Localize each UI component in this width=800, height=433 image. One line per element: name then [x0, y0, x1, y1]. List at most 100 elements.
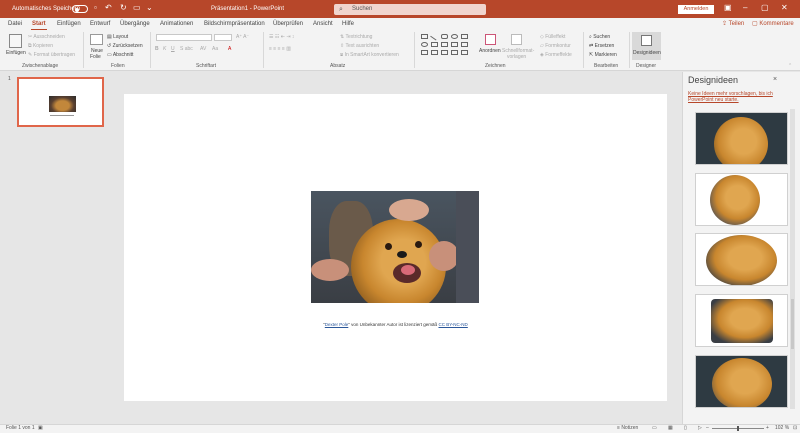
section-button[interactable]: ▭ Abschnitt [107, 52, 133, 58]
notes-button[interactable]: ≡ Notizen [617, 425, 638, 432]
shape-connector-icon[interactable] [441, 42, 448, 47]
design-pane-close-icon[interactable]: × [773, 76, 777, 83]
italic-icon[interactable]: K [163, 46, 166, 52]
bullets-icon[interactable]: ☰ ☷ ⇤ ⇥ ↕ [269, 34, 294, 40]
align-text-button[interactable]: ⇳ Text ausrichten [340, 43, 379, 49]
smartart-button[interactable]: ⧈ In SmartArt konvertieren [340, 52, 399, 58]
shape-brace-icon[interactable] [451, 42, 458, 47]
design-idea-2[interactable] [695, 173, 788, 226]
present-icon[interactable]: ▭ [133, 3, 141, 13]
slide-sorter-icon[interactable]: ▦ [668, 425, 673, 432]
char-spacing-icon[interactable]: AV [200, 46, 206, 52]
minimize-icon[interactable]: – [743, 3, 747, 13]
reset-button[interactable]: ↺ Zurücksetzen [107, 43, 143, 49]
find-button[interactable]: ⌕ Suchen [589, 34, 610, 40]
accessibility-icon[interactable]: ▣ [38, 425, 43, 432]
shape-rounded-icon[interactable] [441, 34, 448, 39]
undo-icon[interactable]: ↶ [105, 3, 112, 13]
shape-flow-icon[interactable] [431, 50, 438, 55]
zoom-in-icon[interactable]: + [766, 425, 769, 432]
sign-in-button[interactable]: Anmelden [678, 5, 714, 14]
shape-fill-button[interactable]: ◇ Fülleffekt [540, 34, 565, 40]
customize-qa-icon[interactable]: ⌄ [146, 3, 153, 13]
font-size-select[interactable] [214, 34, 232, 41]
shape-more-icon[interactable] [461, 50, 468, 55]
copy-button[interactable]: ⧉ Kopieren [28, 43, 53, 49]
format-painter-button[interactable]: ✎ Format übertragen [28, 52, 75, 58]
tab-home[interactable]: Start [32, 20, 46, 28]
align-icons[interactable]: ≡ ≡ ≡ ≡ ▥ [269, 46, 291, 52]
zoom-out-icon[interactable]: – [706, 425, 709, 432]
fit-slide-icon[interactable]: ⊡ [793, 425, 797, 432]
tab-review[interactable]: Überprüfen [273, 20, 303, 28]
tab-view[interactable]: Ansicht [313, 20, 333, 28]
underline-icon[interactable]: U [171, 46, 175, 52]
font-color-icon[interactable]: A [228, 46, 231, 52]
design-pane-scroll-thumb[interactable] [791, 299, 794, 349]
tab-insert[interactable]: Einfügen [57, 20, 81, 28]
shape-star-icon[interactable] [461, 42, 468, 47]
tab-transitions[interactable]: Übergänge [120, 20, 150, 28]
shape-arrow-icon[interactable] [431, 42, 438, 47]
shape-callout-icon[interactable] [441, 50, 448, 55]
zoom-level[interactable]: 102 % [775, 425, 789, 432]
tab-file[interactable]: Datei [8, 20, 22, 28]
arrange-icon[interactable] [485, 34, 496, 45]
shape-circle-icon[interactable] [421, 42, 428, 47]
arrange-button[interactable]: Anordnen [479, 48, 501, 54]
caption-title-link[interactable]: Dexter Pole [325, 322, 349, 327]
shape-effects-button[interactable]: ◈ Formeffekte [540, 52, 572, 58]
slideshow-view-icon[interactable]: ▷ [698, 425, 702, 432]
save-icon[interactable]: ▫ [94, 3, 97, 13]
design-idea-3[interactable] [695, 233, 788, 286]
redo-icon[interactable]: ↻ [120, 3, 127, 13]
slide-thumbnail[interactable] [17, 77, 104, 127]
normal-view-icon[interactable]: ▭ [652, 425, 657, 432]
replace-button[interactable]: ⇄ Ersetzen [589, 43, 614, 49]
new-slide-icon[interactable] [90, 34, 103, 45]
paste-icon[interactable] [9, 34, 22, 48]
design-ideas-button[interactable]: Designideen [632, 32, 661, 60]
paste-button[interactable]: Einfügen [6, 50, 26, 56]
search-box[interactable]: ⌕ Suchen [334, 4, 486, 15]
shape-oval-icon[interactable] [451, 34, 458, 39]
shape-rectangle-icon[interactable] [421, 34, 428, 39]
dog-photo[interactable] [311, 191, 479, 303]
search-input[interactable]: Suchen [352, 6, 372, 12]
bold-icon[interactable]: B [155, 46, 159, 52]
zoom-slider-knob[interactable] [737, 426, 739, 431]
strikethrough-icon[interactable]: S abc [180, 46, 193, 52]
autosave-toggle[interactable] [72, 5, 88, 13]
design-idea-1[interactable] [695, 112, 788, 165]
quickstyles-icon[interactable] [511, 34, 522, 45]
tab-help[interactable]: Hilfe [342, 20, 354, 28]
shape-line-icon[interactable] [430, 32, 439, 41]
caption-license-link[interactable]: CC BY-NC-ND [438, 322, 467, 327]
close-icon[interactable]: ✕ [781, 3, 788, 13]
share-button[interactable]: ⇪ Teilen [722, 20, 744, 28]
font-family-select[interactable] [156, 34, 212, 41]
maximize-icon[interactable]: ▢ [761, 3, 769, 13]
collapse-ribbon-icon[interactable]: ⌃ [788, 63, 792, 69]
design-idea-4[interactable] [695, 294, 788, 347]
stop-suggestions-link[interactable]: Keine Ideen mehr vorschlagen, bis ich Po… [688, 91, 788, 103]
font-grow-icon[interactable]: A⁺ A⁻ [236, 34, 249, 40]
quickstyles-label-2[interactable]: vorlagen [507, 54, 526, 60]
design-pane-scrollbar[interactable] [790, 109, 795, 409]
comments-button[interactable]: ▢ Kommentare [752, 20, 794, 28]
select-button[interactable]: ⇱ Markieren [589, 52, 617, 58]
tab-animations[interactable]: Animationen [160, 20, 193, 28]
tab-slideshow[interactable]: Bildschirmpräsentation [204, 20, 265, 28]
cut-button[interactable]: ✂ Ausschneiden [28, 34, 65, 40]
tab-design[interactable]: Entwurf [90, 20, 110, 28]
design-idea-5[interactable] [695, 355, 788, 408]
text-direction-button[interactable]: ⇅ Textrichtung [340, 34, 372, 40]
layout-button[interactable]: ▤ Layout [107, 34, 128, 40]
shape-outline-button[interactable]: ▱ Formkontur [540, 43, 571, 49]
shape-triangle-icon[interactable] [421, 50, 428, 55]
shape-square-icon[interactable] [461, 34, 468, 39]
change-case-icon[interactable]: Aa [212, 46, 218, 52]
shape-bracket-icon[interactable] [451, 50, 458, 55]
new-slide-label-2[interactable]: Folie [90, 54, 101, 60]
ribbon-display-icon[interactable]: ▣ [724, 3, 732, 13]
